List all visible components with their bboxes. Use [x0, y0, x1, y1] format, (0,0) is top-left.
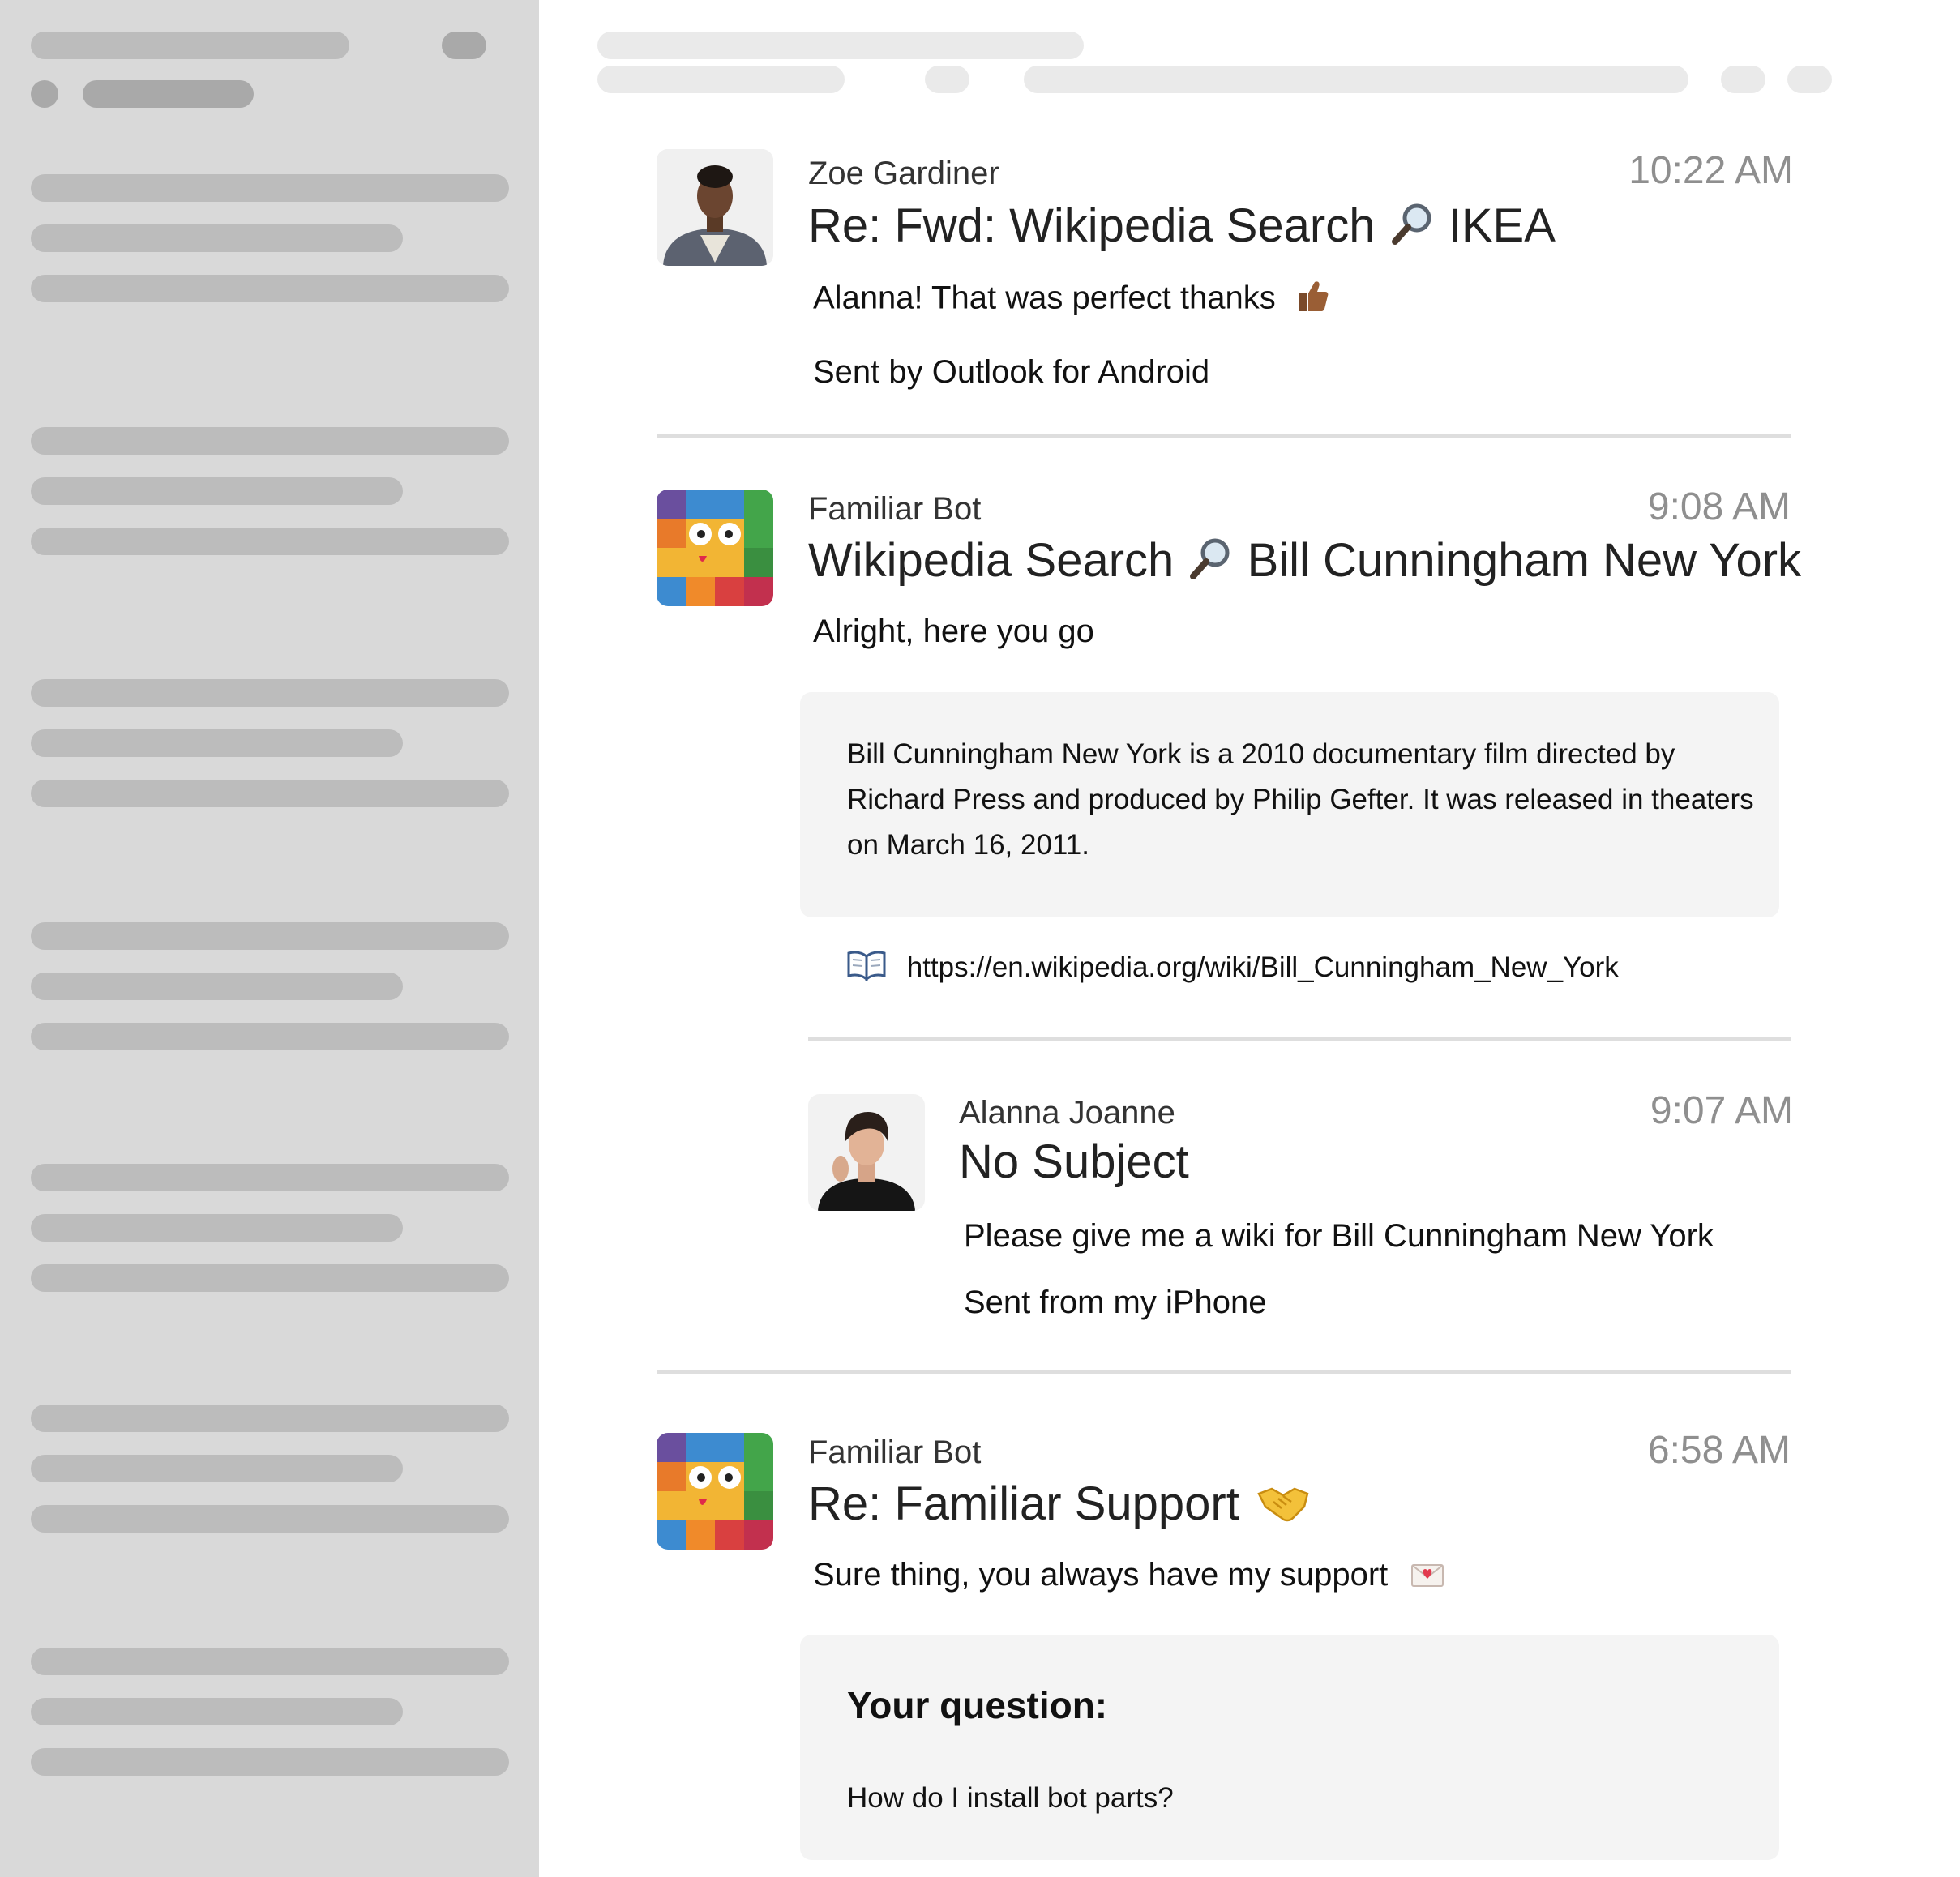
message-body-line: Sent by Outlook for Android	[813, 354, 1210, 390]
love-letter-icon	[1411, 1558, 1444, 1595]
header-subtitle-placeholder	[597, 66, 845, 93]
sidebar-item-placeholder[interactable]	[31, 1748, 509, 1776]
sidebar-item-placeholder[interactable]	[31, 922, 509, 950]
card-text: How do I install bot parts?	[847, 1782, 1174, 1814]
message-body-line: Sure thing, you always have my support	[813, 1557, 1444, 1595]
wikipedia-summary-card: Bill Cunningham New York is a 2010 docum…	[800, 692, 1779, 917]
message-time: 9:08 AM	[1647, 485, 1791, 528]
subject-text: Re: Familiar Support	[808, 1477, 1239, 1530]
message-subject[interactable]: Re: Fwd: Wikipedia Search IKEA	[808, 199, 1556, 259]
sidebar-item-placeholder[interactable]	[31, 1698, 403, 1725]
sidebar	[0, 0, 539, 1877]
sidebar-item-placeholder[interactable]	[31, 679, 509, 707]
message-time: 10:22 AM	[1628, 149, 1793, 192]
sidebar-item-placeholder[interactable]	[31, 528, 509, 555]
familiar-bot-icon	[657, 1433, 773, 1550]
avatar-alanna-joanne[interactable]	[808, 1094, 925, 1211]
sidebar-item-placeholder[interactable]	[31, 224, 403, 252]
sidebar-item-placeholder[interactable]	[31, 1648, 509, 1675]
person-avatar-icon	[657, 149, 773, 266]
handshake-icon	[1257, 1480, 1309, 1534]
sidebar-item-placeholder[interactable]	[31, 477, 403, 505]
body-text: Sure thing, you always have my support	[813, 1557, 1389, 1593]
sidebar-item-placeholder[interactable]	[31, 1405, 509, 1432]
subject-text: Bill Cunningham New York	[1247, 534, 1802, 587]
message-body-line: Sent from my iPhone	[964, 1285, 1267, 1320]
header-chip-placeholder[interactable]	[925, 66, 969, 93]
message-time: 6:58 AM	[1647, 1429, 1791, 1472]
sidebar-item-placeholder[interactable]	[31, 1264, 509, 1292]
avatar-familiar-bot[interactable]	[657, 1433, 773, 1550]
magnifier-icon	[1389, 200, 1436, 259]
message-time: 9:07 AM	[1650, 1089, 1793, 1132]
message-sender: Familiar Bot	[808, 1434, 982, 1470]
message-sender: Familiar Bot	[808, 491, 982, 527]
message-subject[interactable]: Re: Familiar Support	[808, 1477, 1309, 1534]
message-body-line: Alanna! That was perfect thanks	[813, 279, 1329, 321]
message-body-line: Alright, here you go	[813, 614, 1094, 649]
body-text: Alanna! That was perfect thanks	[813, 280, 1276, 316]
message-subject[interactable]: Wikipedia Search Bill Cunningham New Yor…	[808, 533, 1801, 593]
sidebar-item-placeholder[interactable]	[31, 1505, 509, 1533]
sidebar-dot-placeholder	[31, 80, 58, 108]
question-card: Your question: How do I install bot part…	[800, 1635, 1779, 1860]
message-subject[interactable]: No Subject	[959, 1135, 1189, 1189]
sidebar-item-placeholder[interactable]	[31, 1164, 509, 1191]
message-sender: Alanna Joanne	[959, 1095, 1175, 1131]
message-divider	[657, 1370, 1791, 1374]
conversation-pane: Zoe Gardiner 10:22 AM Re: Fwd: Wikipedia…	[539, 0, 1960, 1877]
sidebar-item-placeholder[interactable]	[31, 427, 509, 455]
card-heading: Your question:	[847, 1684, 1108, 1726]
sidebar-header-placeholder	[31, 32, 349, 59]
message-sender: Zoe Gardiner	[808, 156, 999, 191]
sidebar-item-placeholder[interactable]	[31, 973, 403, 1000]
wikipedia-link-row[interactable]: https://en.wikipedia.org/wiki/Bill_Cunni…	[847, 950, 1619, 988]
familiar-bot-icon	[657, 490, 773, 606]
sidebar-item-placeholder[interactable]	[31, 780, 509, 807]
sidebar-item-placeholder[interactable]	[31, 174, 509, 202]
sidebar-item-placeholder[interactable]	[31, 1023, 509, 1050]
subject-text: Wikipedia Search	[808, 534, 1175, 587]
sidebar-item-placeholder[interactable]	[31, 275, 509, 302]
header-title-placeholder	[597, 32, 1084, 59]
magnifier-icon	[1187, 535, 1234, 593]
sidebar-pill-placeholder[interactable]	[442, 32, 486, 59]
sidebar-item-placeholder[interactable]	[31, 1214, 403, 1242]
person-avatar-icon	[808, 1094, 925, 1211]
subject-text: Re: Fwd: Wikipedia Search	[808, 199, 1376, 252]
sidebar-item-placeholder[interactable]	[31, 1455, 403, 1482]
message-body-line: Please give me a wiki for Bill Cunningha…	[964, 1218, 1714, 1254]
avatar-zoe-gardiner[interactable]	[657, 149, 773, 266]
thumbs-up-icon	[1296, 279, 1329, 321]
open-book-icon	[847, 950, 886, 988]
header-action-placeholder[interactable]	[1787, 66, 1832, 93]
wikipedia-link[interactable]: https://en.wikipedia.org/wiki/Bill_Cunni…	[907, 951, 1619, 983]
header-bar-placeholder	[1024, 66, 1688, 93]
subject-text: IKEA	[1448, 199, 1556, 252]
header-action-placeholder[interactable]	[1721, 66, 1765, 93]
sidebar-item-placeholder[interactable]	[31, 729, 403, 757]
avatar-familiar-bot[interactable]	[657, 490, 773, 606]
message-divider	[657, 434, 1791, 438]
card-text: Bill Cunningham New York is a 2010 docum…	[847, 738, 1754, 861]
sidebar-subheader-placeholder	[83, 80, 254, 108]
thread-divider	[808, 1037, 1791, 1041]
